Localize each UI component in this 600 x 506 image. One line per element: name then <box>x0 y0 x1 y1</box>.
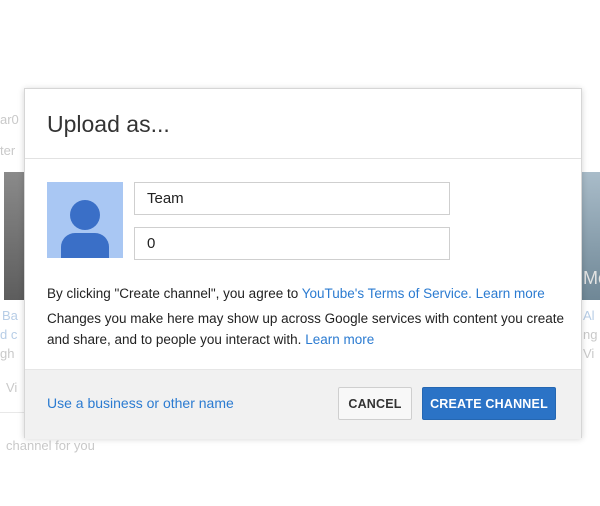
terms-notice: By clicking "Create channel", you agree … <box>47 283 545 304</box>
bg-thumbnail <box>4 172 24 300</box>
avatar-head-shape <box>70 200 100 230</box>
learn-more-link-2[interactable]: Learn more <box>305 332 374 347</box>
changes-notice: Changes you make here may show up across… <box>47 308 567 350</box>
bg-divider <box>0 412 24 413</box>
second-name-field[interactable] <box>134 227 450 260</box>
bg-fragment: ter <box>0 143 16 158</box>
bg-fragment: Vi <box>6 380 18 395</box>
bg-fragment: Mc <box>583 268 600 288</box>
dialog-footer: Use a business or other name CANCEL CREA… <box>25 369 581 439</box>
avatar-body-shape <box>61 233 109 258</box>
learn-more-link[interactable]: Learn more <box>476 286 545 301</box>
dialog-title: Upload as... <box>47 111 170 137</box>
dialog-divider <box>25 158 581 159</box>
cancel-button[interactable]: CANCEL <box>338 387 412 420</box>
bg-fragment: channel for you <box>6 438 95 453</box>
channel-name-field[interactable] <box>134 182 450 215</box>
bg-fragment: ar0 <box>0 112 19 127</box>
bg-fragment: ng <box>583 327 598 342</box>
terms-notice-text: By clicking "Create channel", you agree … <box>47 286 302 301</box>
terms-of-service-link[interactable]: YouTube's Terms of Service. <box>302 286 472 301</box>
use-business-name-link[interactable]: Use a business or other name <box>47 395 234 411</box>
default-user-avatar-icon <box>47 182 123 258</box>
create-channel-dialog: Upload as... By clicking "Create channel… <box>24 88 582 439</box>
bg-fragment: d c <box>0 327 18 342</box>
create-channel-button[interactable]: CREATE CHANNEL <box>422 387 556 420</box>
bg-fragment: gh <box>0 346 15 361</box>
bg-fragment: Ba <box>2 308 18 323</box>
bg-fragment: Al <box>583 308 595 323</box>
bg-fragment: Vi <box>583 346 595 361</box>
